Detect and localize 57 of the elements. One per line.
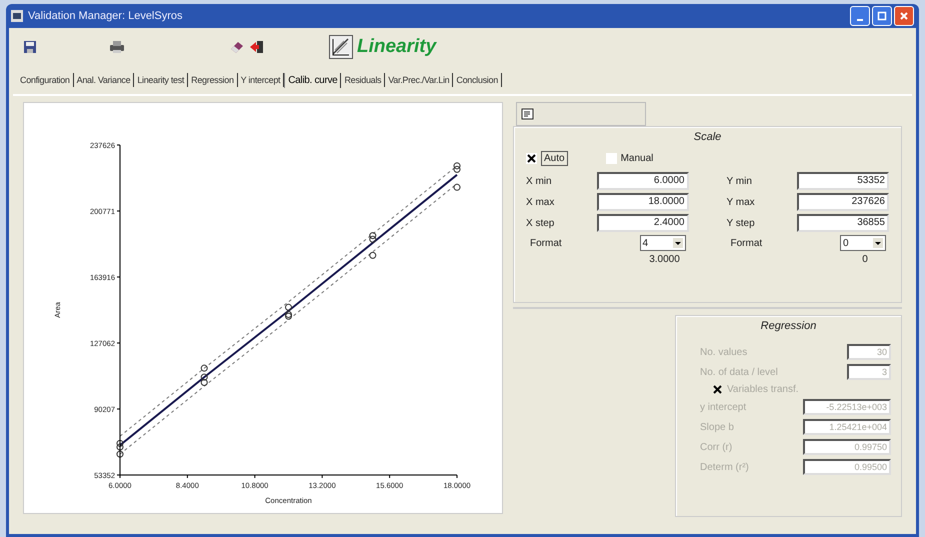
tab[interactable]: Anal. Variance (74, 73, 134, 87)
field-label: X max (526, 196, 554, 208)
tab[interactable]: Residuals (341, 73, 386, 87)
print-button[interactable] (107, 38, 127, 56)
save-button[interactable] (21, 38, 39, 56)
input-field[interactable]: 237626 (797, 193, 889, 211)
window-title: Validation Manager: LevelSyros (28, 10, 182, 22)
data-point (454, 184, 460, 191)
checkbox[interactable] (606, 153, 617, 164)
document-icon (521, 107, 535, 121)
group-title: Regression (760, 320, 816, 332)
format-preview: 0 (862, 254, 868, 265)
minimize-icon (857, 19, 863, 21)
checkbox[interactable] (526, 153, 537, 164)
tab[interactable]: Conclusion (453, 73, 502, 87)
checkbox[interactable] (712, 384, 723, 395)
format-dropdown[interactable]: 4 (640, 235, 686, 251)
field-label: y intercept (700, 402, 746, 412)
field-label: X step (526, 218, 554, 228)
format-preview: 3.0000 (649, 254, 680, 265)
close-button[interactable] (894, 6, 914, 26)
minimize-button[interactable] (850, 6, 870, 26)
data-point (200, 364, 208, 372)
field-label: X min (526, 176, 552, 186)
field-label: Format (529, 238, 562, 248)
field-label: Slope b (700, 422, 734, 432)
maximize-button[interactable] (872, 6, 892, 26)
data-point (369, 252, 376, 259)
group-title: Scale (694, 131, 722, 143)
field-label: Y min (726, 176, 752, 186)
format-dropdown[interactable]: 0 (840, 235, 886, 251)
module-title: Linearity (357, 36, 436, 58)
close-icon (899, 11, 909, 21)
field-label: No. of data / level (700, 366, 778, 378)
input-field[interactable]: 6.0000 (596, 172, 688, 190)
tab[interactable]: Regression (188, 73, 238, 87)
field-label: No. values (700, 346, 748, 358)
tab[interactable]: Var.Prec./Var.Lin (385, 73, 454, 87)
tab[interactable]: Y intercept (238, 73, 284, 87)
tab[interactable]: Calib. curve (284, 72, 342, 88)
tab[interactable]: Configuration (17, 73, 74, 87)
chart-icon (329, 35, 353, 59)
maximize-icon (877, 11, 887, 21)
input-field[interactable]: 2.4000 (596, 214, 688, 232)
input-field[interactable]: 53352 (797, 172, 889, 190)
field-label: Y max (726, 196, 755, 208)
field-label: Format (730, 238, 762, 248)
checkbox-label: Variables transf. (727, 384, 799, 395)
checkbox-label: Manual (620, 153, 654, 164)
input-field[interactable]: 36855 (797, 214, 889, 232)
checkbox-label: Auto (541, 151, 568, 166)
field-label: Determ (r²) (700, 462, 749, 472)
app-icon (11, 10, 23, 22)
tab[interactable]: Linearity test (134, 73, 188, 87)
field-label: Corr (r) (700, 442, 732, 452)
field-label: Y step (726, 218, 755, 228)
input-field[interactable]: 18.0000 (596, 193, 688, 211)
